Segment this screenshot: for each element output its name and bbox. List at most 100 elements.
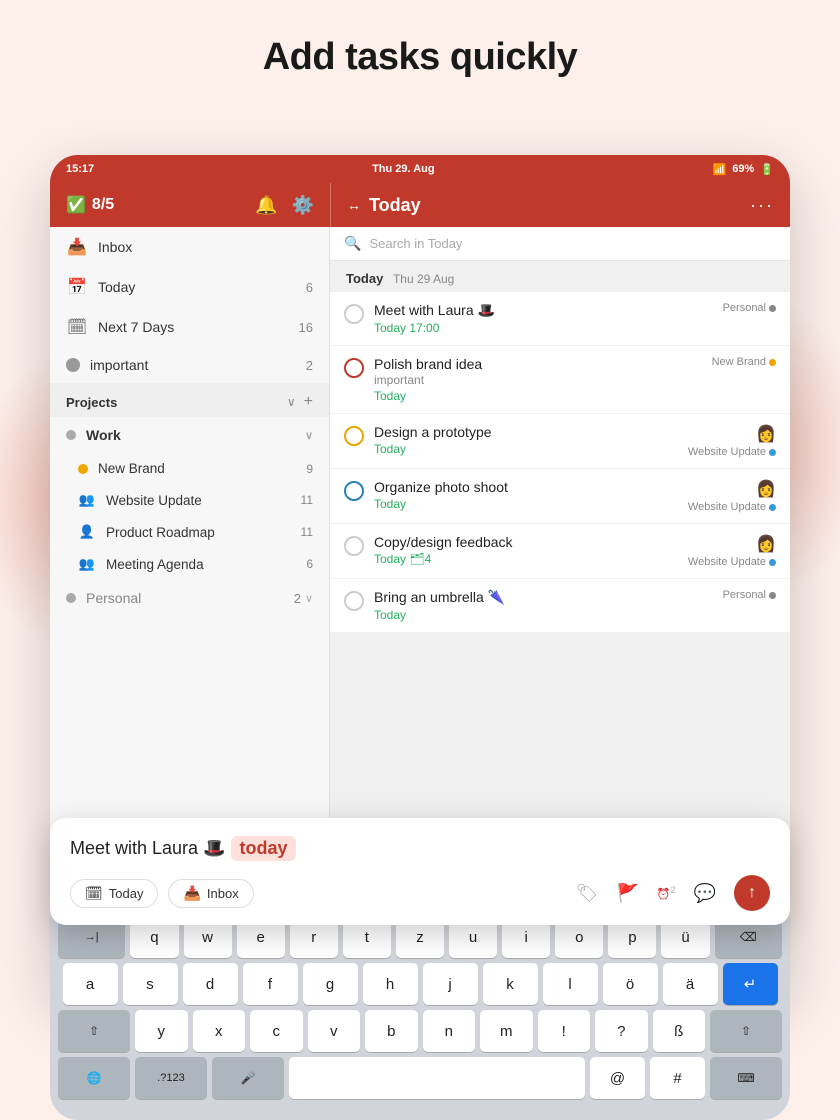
avatar-4: 👩: [756, 479, 776, 499]
personal-chevron[interactable]: ∨: [305, 592, 313, 605]
key-space[interactable]: [289, 1057, 585, 1099]
key-numpad[interactable]: .?123: [135, 1057, 207, 1099]
key-a[interactable]: a: [63, 963, 118, 1005]
key-m[interactable]: m: [480, 1010, 533, 1052]
search-placeholder: Search in Today: [369, 236, 462, 251]
work-dot: [66, 430, 76, 440]
wu-badge-dot-3: [769, 449, 776, 456]
send-button[interactable]: ↑: [734, 875, 770, 911]
key-shift-right[interactable]: ⇧: [710, 1010, 782, 1052]
sidebar-item-work[interactable]: Work ∨: [50, 417, 329, 453]
sidebar-item-next7days[interactable]: 🗓 Next 7 Days 16: [50, 307, 329, 347]
search-bar[interactable]: 🔍 Search in Today: [330, 227, 790, 261]
today-count: 6: [306, 280, 313, 295]
add-project-button[interactable]: +: [304, 393, 313, 411]
keyboard-row-2: a s d f g h j k l ö ä ↵: [58, 963, 782, 1005]
task-item-meet-laura[interactable]: Meet with Laura 🎩 Today 17:00 Personal: [330, 292, 790, 345]
task-meta-6: Personal: [723, 589, 776, 601]
key-h[interactable]: h: [363, 963, 418, 1005]
sidebar-item-inbox[interactable]: 📥 Inbox: [50, 227, 329, 267]
status-date: Thu 29. Aug: [372, 163, 435, 175]
task-info-4: Organize photo shoot Today: [374, 479, 678, 511]
inbox-pill-icon: 📥: [183, 885, 200, 902]
key-l[interactable]: l: [543, 963, 598, 1005]
personal-label: Personal: [86, 590, 294, 606]
task-meta-1: Personal: [723, 302, 776, 314]
flag-button[interactable]: 🚩: [616, 883, 638, 904]
key-aumlaut[interactable]: ä: [663, 963, 718, 1005]
key-v[interactable]: v: [308, 1010, 361, 1052]
task-item-design-prototype[interactable]: Design a prototype Today 👩 Website Updat…: [330, 414, 790, 468]
project-item-website-update[interactable]: 👥 Website Update 11: [50, 484, 329, 516]
key-s[interactable]: s: [123, 963, 178, 1005]
key-mic[interactable]: 🎤: [212, 1057, 284, 1099]
key-y[interactable]: y: [135, 1010, 188, 1052]
key-g[interactable]: g: [303, 963, 358, 1005]
task-item-umbrella[interactable]: Bring an umbrella 🌂 Today Personal: [330, 579, 790, 632]
task-item-copy-feedback[interactable]: Copy/design feedback Today 🗂4 👩 Website …: [330, 524, 790, 578]
quick-add-actions: 🗓 Today 📥 Inbox 🏷 🚩 ⏰2 💬 ↑: [70, 875, 770, 911]
task-date-6: Today: [374, 608, 713, 622]
key-j[interactable]: j: [423, 963, 478, 1005]
task-circle-1[interactable]: [344, 304, 364, 324]
alarm-button[interactable]: ⏰2: [657, 885, 676, 901]
key-hash[interactable]: #: [650, 1057, 705, 1099]
keyboard: →| q w e r t z u i o p ü ⌫ a s d f g h j…: [50, 908, 790, 1120]
task-circle-6[interactable]: [344, 591, 364, 611]
important-icon: [66, 358, 80, 372]
key-f[interactable]: f: [243, 963, 298, 1005]
status-time: 15:17: [66, 163, 94, 175]
projects-title: Projects: [66, 395, 287, 410]
key-question[interactable]: ?: [595, 1010, 648, 1052]
gear-icon[interactable]: ⚙️: [292, 195, 314, 216]
new-brand-badge-dot: [769, 359, 776, 366]
key-b[interactable]: b: [365, 1010, 418, 1052]
key-oumlaut[interactable]: ö: [603, 963, 658, 1005]
key-globe[interactable]: 🌐: [58, 1057, 130, 1099]
collapse-icon[interactable]: ↔: [347, 197, 361, 213]
key-return[interactable]: ↵: [723, 963, 778, 1005]
more-options[interactable]: ···: [750, 195, 774, 216]
task-item-polish-brand[interactable]: Polish brand idea important Today New Br…: [330, 346, 790, 413]
important-count: 2: [306, 358, 313, 373]
task-circle-2[interactable]: [344, 358, 364, 378]
task-info-1: Meet with Laura 🎩 Today 17:00: [374, 302, 713, 335]
task-circle-3[interactable]: [344, 426, 364, 446]
key-shift-left[interactable]: ⇧: [58, 1010, 130, 1052]
task-date-1: Today 17:00: [374, 321, 713, 335]
key-c[interactable]: c: [250, 1010, 303, 1052]
main-title-group: ↔ Today: [347, 195, 421, 216]
product-roadmap-label: Product Roadmap: [106, 525, 301, 540]
project-item-meeting-agenda[interactable]: 👥 Meeting Agenda 6: [50, 548, 329, 580]
sidebar-item-today[interactable]: 📅 Today 6: [50, 267, 329, 307]
key-eszett[interactable]: ß: [653, 1010, 706, 1052]
key-at[interactable]: @: [590, 1057, 645, 1099]
today-pill-label: Today: [109, 886, 144, 901]
task-item-photo-shoot[interactable]: Organize photo shoot Today 👩 Website Upd…: [330, 469, 790, 523]
task-circle-5[interactable]: [344, 536, 364, 556]
work-chevron[interactable]: ∨: [305, 429, 313, 442]
important-label: important: [90, 357, 306, 373]
key-k[interactable]: k: [483, 963, 538, 1005]
sidebar-item-important[interactable]: important 2: [50, 347, 329, 383]
project-item-new-brand[interactable]: New Brand 9: [50, 453, 329, 484]
project-item-product-roadmap[interactable]: 👤 Product Roadmap 11: [50, 516, 329, 548]
key-d[interactable]: d: [183, 963, 238, 1005]
sidebar-item-personal[interactable]: Personal 2 ∨: [50, 580, 329, 616]
today-pill-button[interactable]: 🗓 Today: [70, 879, 158, 908]
task-project-1: Personal: [723, 302, 776, 314]
task-project-6: Personal: [723, 589, 776, 601]
key-n[interactable]: n: [423, 1010, 476, 1052]
key-keyboard[interactable]: ⌨: [710, 1057, 782, 1099]
quick-add-input-area[interactable]: Meet with Laura 🎩 today: [70, 836, 770, 861]
bell-icon[interactable]: 🔔: [255, 195, 277, 216]
projects-chevron[interactable]: ∨: [287, 395, 296, 409]
tag-button[interactable]: 🏷: [576, 883, 599, 904]
key-exclaim[interactable]: !: [538, 1010, 591, 1052]
key-x[interactable]: x: [193, 1010, 246, 1052]
task-circle-4[interactable]: [344, 481, 364, 501]
inbox-pill-button[interactable]: 📥 Inbox: [168, 879, 253, 908]
comment-button[interactable]: 💬: [694, 883, 716, 904]
search-icon: 🔍: [344, 235, 361, 252]
task-info-2: Polish brand idea important Today: [374, 356, 702, 403]
